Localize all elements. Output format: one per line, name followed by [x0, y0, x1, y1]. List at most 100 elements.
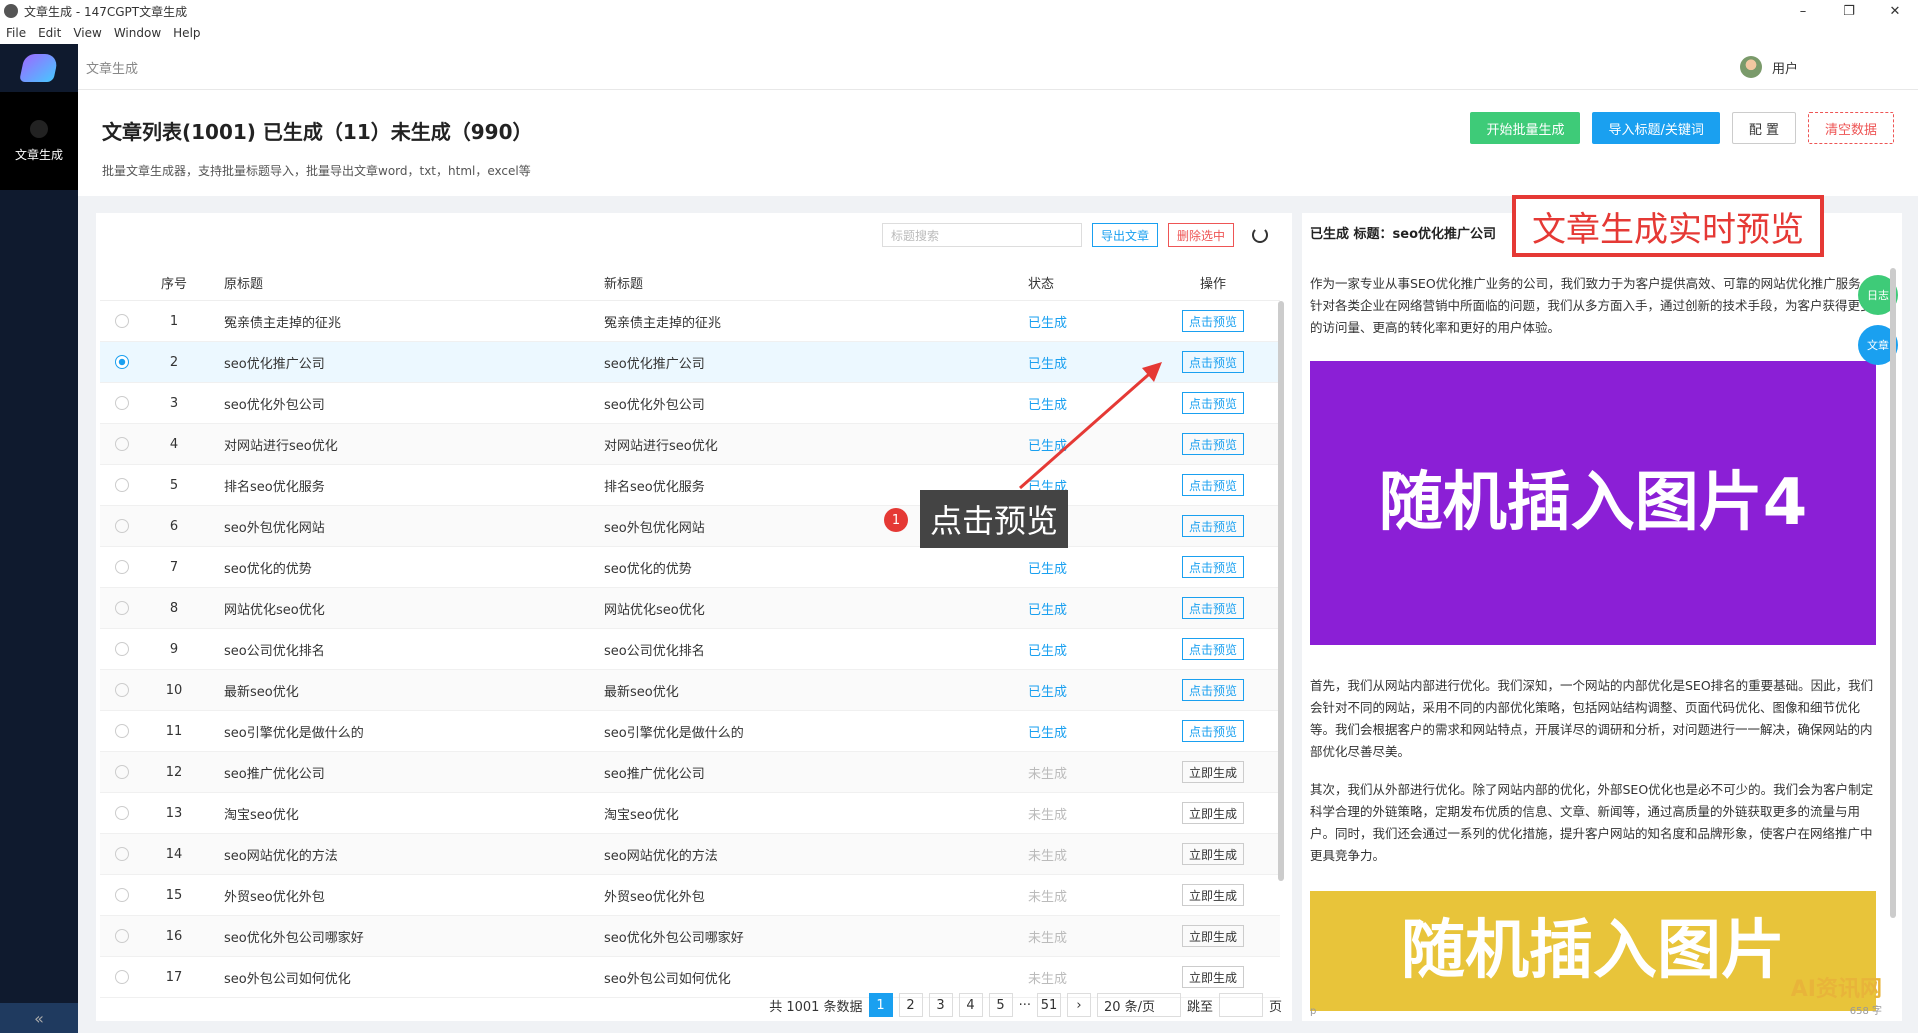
row-select-radio[interactable]	[115, 560, 129, 574]
table-row[interactable]: 9 seo公司优化排名 seo公司优化排名 已生成 点击预览	[100, 629, 1280, 670]
user-menu[interactable]: 用户	[1739, 56, 1798, 78]
menu-window[interactable]: Window	[108, 26, 167, 40]
page-5[interactable]: 5	[988, 993, 1013, 1017]
restore-button[interactable]: ❐	[1826, 0, 1872, 22]
row-select-radio[interactable]	[115, 970, 129, 984]
preview-button[interactable]: 点击预览	[1181, 638, 1244, 660]
jump-input[interactable]	[1218, 993, 1263, 1017]
table-row[interactable]: 7 seo优化的优势 seo优化的优势 已生成 点击预览	[100, 547, 1280, 588]
row-select-radio[interactable]	[115, 601, 129, 615]
table-row[interactable]: 6seo外包优化网站seo外包优化网站已生成点击预览	[100, 506, 1280, 547]
sidebar-item-article-gen[interactable]: 文章生成	[0, 92, 78, 190]
row-select-radio[interactable]	[115, 355, 129, 369]
row-new-title: 淘宝seo优化	[604, 807, 679, 823]
page-51[interactable]: 51	[1036, 993, 1061, 1017]
table-row[interactable]: 12 seo推广优化公司 seo推广优化公司 未生成 立即生成	[100, 752, 1280, 793]
row-status: 未生成	[1028, 766, 1068, 782]
row-select-radio[interactable]	[115, 929, 129, 943]
menu-view[interactable]: View	[67, 26, 107, 40]
table-row[interactable]: 11 seo引擎优化是做什么的 seo引擎优化是做什么的 已生成 点击预览	[100, 711, 1280, 752]
table-row[interactable]: 15 外贸seo优化外包 外贸seo优化外包 未生成 立即生成	[100, 875, 1280, 916]
page-4[interactable]: 4	[958, 993, 983, 1017]
table-row[interactable]: 2 seo优化推广公司 seo优化推广公司 已生成 点击预览	[100, 342, 1280, 383]
row-orig-title: seo外包公司如何优化	[224, 971, 351, 987]
refresh-icon[interactable]	[1252, 227, 1268, 243]
row-status: 未生成	[1028, 807, 1068, 823]
row-select-radio[interactable]	[115, 724, 129, 738]
menu-edit[interactable]: Edit	[32, 26, 67, 40]
row-select-radio[interactable]	[115, 847, 129, 861]
row-number: 17	[165, 969, 183, 985]
clear-data-button[interactable]: 清空数据	[1807, 112, 1894, 144]
page-2[interactable]: 2	[898, 993, 923, 1017]
generate-button[interactable]: 立即生成	[1181, 925, 1244, 947]
close-button[interactable]: ✕	[1872, 0, 1918, 22]
export-articles-button[interactable]: 导出文章	[1091, 223, 1158, 247]
menu-file[interactable]: File	[0, 26, 32, 40]
table-row[interactable]: 16 seo优化外包公司哪家好 seo优化外包公司哪家好 未生成 立即生成	[100, 916, 1280, 957]
row-select-radio[interactable]	[115, 683, 129, 697]
row-select-radio[interactable]	[115, 642, 129, 656]
preview-scrollbar[interactable]	[1890, 268, 1896, 918]
page-size-select[interactable]: 20 条/页	[1096, 993, 1181, 1017]
config-button[interactable]: 配 置	[1731, 112, 1796, 144]
delete-selected-button[interactable]: 删除选中	[1167, 223, 1234, 247]
preview-button[interactable]: 点击预览	[1181, 597, 1244, 619]
preview-button[interactable]: 点击预览	[1181, 556, 1244, 578]
sidebar-item-label: 文章生成	[14, 147, 63, 162]
table-row[interactable]: 8 网站优化seo优化 网站优化seo优化 已生成 点击预览	[100, 588, 1280, 629]
col-status[interactable]: 状态	[1018, 273, 1148, 292]
row-select-radio[interactable]	[115, 396, 129, 410]
row-select-radio[interactable]	[115, 519, 129, 533]
row-new-title: seo引擎优化是做什么的	[604, 725, 744, 741]
row-new-title: seo优化外包公司哪家好	[604, 930, 744, 946]
batch-generate-button[interactable]: 开始批量生成	[1470, 112, 1581, 144]
row-number: 6	[169, 518, 179, 534]
top-bar: 文章生成 用户	[78, 44, 1918, 90]
row-select-radio[interactable]	[115, 437, 129, 451]
row-select-radio[interactable]	[115, 806, 129, 820]
table-row[interactable]: 5 排名seo优化服务 排名seo优化服务 已生成 点击预览	[100, 465, 1280, 506]
generate-button[interactable]: 立即生成	[1181, 761, 1244, 783]
import-titles-button[interactable]: 导入标题/关键词	[1592, 112, 1720, 144]
avatar	[1739, 56, 1762, 78]
collapse-sidebar-button[interactable]: «	[0, 1003, 78, 1033]
preview-button[interactable]: 点击预览	[1181, 720, 1244, 742]
page-ellipsis[interactable]: ···	[1019, 998, 1031, 1013]
table-row[interactable]: 3 seo优化外包公司 seo优化外包公司 已生成 点击预览	[100, 383, 1280, 424]
row-number: 9	[169, 641, 179, 657]
row-select-radio[interactable]	[115, 314, 129, 328]
page-1[interactable]: 1	[868, 993, 893, 1017]
menu-help[interactable]: Help	[167, 26, 206, 40]
preview-button[interactable]: 点击预览	[1181, 351, 1244, 373]
preview-button[interactable]: 点击预览	[1181, 474, 1244, 496]
title-search-input[interactable]: 标题搜索	[881, 223, 1082, 247]
page-3[interactable]: 3	[928, 993, 953, 1017]
table-scrollbar[interactable]	[1278, 301, 1284, 881]
next-page-button[interactable]: ›	[1066, 993, 1091, 1017]
table-row[interactable]: 14 seo网站优化的方法 seo网站优化的方法 未生成 立即生成	[100, 834, 1280, 875]
row-select-radio[interactable]	[115, 888, 129, 902]
preview-button[interactable]: 点击预览	[1181, 310, 1244, 332]
table-row[interactable]: 17 seo外包公司如何优化 seo外包公司如何优化 未生成 立即生成	[100, 957, 1280, 998]
table-row[interactable]: 4 对网站进行seo优化 对网站进行seo优化 已生成 点击预览	[100, 424, 1280, 465]
generate-button[interactable]: 立即生成	[1181, 966, 1244, 988]
preview-paragraph: 其次，我们从外部进行优化。除了网站内部的优化，外部SEO优化也是必不可少的。我们…	[1310, 782, 1874, 863]
preview-button[interactable]: 点击预览	[1181, 433, 1244, 455]
generate-button[interactable]: 立即生成	[1181, 802, 1244, 824]
preview-button[interactable]: 点击预览	[1181, 679, 1244, 701]
row-new-title: seo优化的优势	[604, 561, 692, 577]
table-row[interactable]: 10 最新seo优化 最新seo优化 已生成 点击预览	[100, 670, 1280, 711]
header-actions: 开始批量生成 导入标题/关键词 配 置 清空数据	[1470, 112, 1894, 144]
article-table-panel: 标题搜索 导出文章 删除选中 序号 原标题 新标题 状态 操作 1 冤亲债主走掉的…	[96, 213, 1292, 1021]
minimize-button[interactable]: –	[1780, 0, 1826, 22]
generate-button[interactable]: 立即生成	[1181, 884, 1244, 906]
row-select-radio[interactable]	[115, 478, 129, 492]
table-row[interactable]: 1 冤亲债主走掉的征兆 冤亲债主走掉的征兆 已生成 点击预览	[100, 301, 1280, 342]
preview-button[interactable]: 点击预览	[1181, 392, 1244, 414]
app-logo-icon	[0, 44, 78, 92]
table-row[interactable]: 13 淘宝seo优化 淘宝seo优化 未生成 立即生成	[100, 793, 1280, 834]
preview-button[interactable]: 点击预览	[1181, 515, 1244, 537]
generate-button[interactable]: 立即生成	[1181, 843, 1244, 865]
row-select-radio[interactable]	[115, 765, 129, 779]
